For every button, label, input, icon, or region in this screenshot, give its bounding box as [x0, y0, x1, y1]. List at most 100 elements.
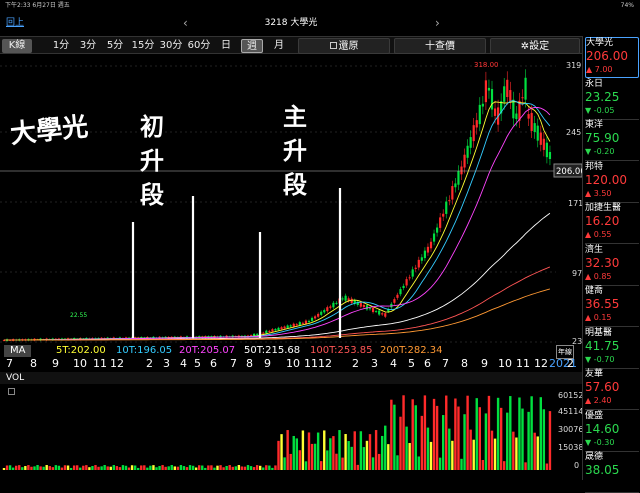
- volume-bar: [268, 465, 271, 470]
- period-60min[interactable]: 60分: [186, 39, 212, 53]
- period-month[interactable]: 月: [270, 39, 288, 53]
- watchlist-item[interactable]: 濟生 32.30 ▲ 0.85: [585, 245, 639, 286]
- volume-bar: [362, 447, 366, 470]
- volume-bar: [140, 465, 143, 470]
- stock-change-value: 0.85: [593, 271, 612, 281]
- volume-bar: [460, 458, 463, 470]
- volume-chart[interactable]: 60152 45114 30076 15038 0: [0, 384, 582, 480]
- x-tick-label: 7: [6, 357, 13, 370]
- stock-price: 38.05: [585, 463, 620, 477]
- x-tick-label: 8: [246, 357, 253, 370]
- volume-bar: [15, 465, 18, 470]
- volume-bar: [115, 466, 119, 470]
- volume-bar: [420, 415, 424, 470]
- next-stock-icon[interactable]: ›: [435, 12, 440, 34]
- watchlist-item[interactable]: 優盛 14.60 ▼ -0.30: [585, 411, 639, 452]
- kline-tab[interactable]: K線: [2, 39, 32, 53]
- candle-body: [521, 97, 524, 99]
- period-5min[interactable]: 5分: [104, 39, 126, 53]
- settings-button[interactable]: ✲設定: [490, 38, 580, 54]
- watchlist-item[interactable]: 晟德 38.05: [585, 452, 639, 493]
- volume-bar: [243, 466, 247, 470]
- watchlist-item[interactable]: 永日 23.25 ▼ -0.05: [585, 79, 639, 120]
- x-tick-label: 11: [516, 357, 530, 370]
- period-15min[interactable]: 15分: [130, 39, 156, 53]
- volume-bar: [326, 450, 329, 470]
- volume-bar: [347, 441, 350, 470]
- watchlist-item[interactable]: 加捷生醫 16.20 ▲ 0.55: [585, 203, 639, 244]
- volume-bars: [2, 395, 552, 470]
- volume-bar: [252, 467, 256, 470]
- volume-bar: [490, 430, 494, 470]
- stock-name: 大學光: [586, 38, 614, 48]
- stock-name: 健喬: [585, 286, 604, 296]
- volume-bar: [170, 465, 173, 470]
- query-price-button[interactable]: 十查價: [394, 38, 486, 54]
- annotation-phase2: 主升段: [283, 102, 307, 199]
- volume-bar: [188, 465, 192, 470]
- candle-body: [393, 299, 396, 303]
- period-toolbar: K線 1分 3分 5分 15分 30分 60分 日 週 月 還原 十查價 ✲設定: [0, 36, 582, 54]
- candle-body: [408, 277, 411, 279]
- ma-toggle-button[interactable]: MA: [4, 345, 32, 357]
- volume-bar: [533, 432, 536, 470]
- volume-bar: [527, 411, 530, 470]
- volume-bar: [390, 399, 393, 470]
- volume-bar: [265, 465, 268, 470]
- volume-bar: [399, 416, 402, 470]
- x-tick-label: 4: [180, 357, 187, 370]
- watchlist-item[interactable]: 大學光 206.00 ▲ 7.00: [585, 37, 639, 78]
- volume-bar: [448, 428, 451, 470]
- battery-indicator: 74%: [620, 2, 634, 9]
- watchlist-item[interactable]: 東洋 75.90 ▼ -0.20: [585, 120, 639, 161]
- candle-body: [262, 332, 265, 334]
- restore-button[interactable]: 還原: [298, 38, 390, 54]
- stock-price: 32.30: [585, 255, 620, 270]
- high-marker: 318.00: [474, 61, 499, 69]
- watchlist-item[interactable]: 明基醫 41.75 ▼ -0.70: [585, 328, 639, 369]
- candle-body: [402, 285, 405, 289]
- period-3min[interactable]: 3分: [77, 39, 99, 53]
- candle-body: [301, 322, 304, 324]
- volume-bar: [451, 440, 454, 470]
- volume-bar: [310, 443, 314, 470]
- candle-body: [332, 302, 335, 308]
- volume-bar: [359, 431, 363, 470]
- candle-body: [326, 307, 329, 312]
- watchlist-item[interactable]: 邦特 120.00 ▲ 3.50: [585, 162, 639, 203]
- candle-body: [256, 333, 259, 335]
- period-day[interactable]: 日: [218, 39, 234, 53]
- candle-body: [439, 217, 442, 228]
- volume-bar: [536, 436, 539, 470]
- watchlist-item[interactable]: 健喬 36.55 ▲ 0.15: [585, 286, 639, 327]
- stock-change: ▲ 0.55: [585, 229, 639, 240]
- volume-bar: [323, 430, 326, 470]
- up-arrow-icon: ▲: [585, 230, 594, 239]
- period-30min[interactable]: 30分: [158, 39, 184, 53]
- period-week[interactable]: 週: [241, 39, 263, 53]
- stock-price: 36.55: [585, 297, 620, 311]
- period-1min[interactable]: 1分: [50, 39, 72, 53]
- volume-bar: [503, 461, 506, 470]
- candle-body: [420, 257, 423, 261]
- volume-bar: [51, 467, 54, 470]
- volume-bar: [457, 406, 460, 470]
- x-tick-label: 3: [163, 357, 170, 370]
- volume-bar: [146, 467, 149, 470]
- stock-price: 75.90: [585, 131, 620, 145]
- volume-bar: [57, 465, 61, 470]
- volume-bar: [304, 461, 308, 470]
- volume-bar: [320, 461, 323, 470]
- volume-bar: [341, 457, 344, 470]
- x-tick-label: 5: [194, 357, 201, 370]
- candle-body: [265, 330, 268, 334]
- volume-bar: [350, 446, 353, 470]
- volume-bar: [381, 435, 384, 470]
- candle-body: [490, 89, 494, 110]
- volume-bar: [417, 456, 420, 470]
- candle-body: [329, 306, 332, 308]
- volume-bar: [496, 397, 500, 470]
- x-tick-label: 2: [567, 357, 574, 370]
- candle-body: [536, 125, 539, 141]
- watchlist-item[interactable]: 友華 57.60 ▲ 2.40: [585, 369, 639, 410]
